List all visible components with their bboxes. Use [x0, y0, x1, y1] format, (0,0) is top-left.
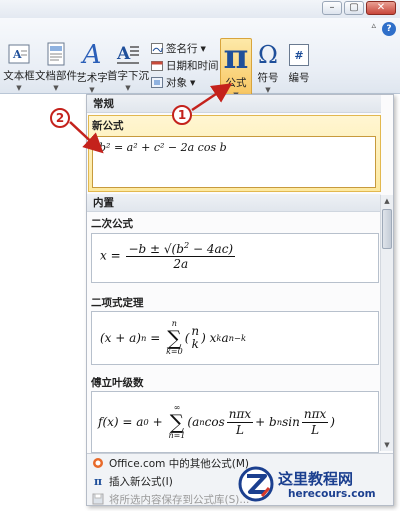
- watermark-url: herecours.com: [288, 488, 376, 500]
- pi-icon: π: [223, 37, 249, 77]
- fourier-label: 傅立叶级数: [91, 377, 144, 389]
- object-label: 对象: [166, 77, 187, 89]
- textbox-icon: A: [8, 42, 30, 66]
- dropcap-label: 首字下沉: [107, 70, 149, 82]
- wordart-label: 艺术字: [76, 72, 108, 84]
- scroll-up-icon[interactable]: ▲: [381, 195, 393, 207]
- quick-parts-icon: [46, 42, 66, 66]
- help-button[interactable]: ?: [382, 22, 396, 36]
- chevron-down-icon: ▼: [53, 84, 59, 92]
- ribbon: ▵ ? A 文本框 ▼ 文档部件 ▼ A 艺术字 ▼ A 首字下沉 ▼ 签名行 …: [0, 18, 400, 99]
- watermark-logo: [238, 466, 274, 502]
- binomial-preview: (x + a) n = n ∑ k=0 (n k) x k a n−k: [91, 311, 379, 365]
- more-equations-label: Office.com 中的其他公式(M): [109, 457, 250, 470]
- wordart-icon: A: [82, 40, 102, 70]
- object-button[interactable]: 对象 ▼: [150, 74, 220, 91]
- save-icon: [87, 493, 109, 505]
- number-label: 编号: [288, 72, 310, 84]
- section-header-normal: 常规: [87, 95, 381, 113]
- text-small-buttons: 签名行 ▼ 日期和时间 对象 ▼: [150, 40, 220, 91]
- watermark-title: 这里教程网: [278, 470, 354, 488]
- ribbon-collapse-icon[interactable]: ▵: [371, 21, 376, 31]
- calendar-icon: [150, 60, 163, 71]
- dropcap-icon: A: [116, 42, 140, 66]
- annotation-badge-1: 1: [172, 105, 192, 125]
- chevron-down-icon: ▼: [16, 84, 22, 92]
- number-icon: #: [289, 42, 309, 68]
- symbol-label: 符号: [257, 72, 279, 84]
- symbol-button[interactable]: Ω 符号 ▼: [254, 41, 282, 94]
- binomial-label: 二项式定理: [91, 297, 144, 309]
- scroll-thumb[interactable]: [382, 209, 392, 249]
- chevron-down-icon: ▼: [265, 86, 271, 94]
- new-equation-preview: b² = a² + c² − 2a cos b: [92, 136, 376, 188]
- fourier-preview: f(x) = a0 + ∞ ∑ n=1 (a n cos nπx L + bn sin nπ…: [91, 391, 379, 453]
- maximize-icon: ▢: [349, 2, 359, 13]
- watermark: 这里教程网 herecours.com: [236, 462, 400, 508]
- title-bar: – ▢ ✕: [0, 0, 400, 18]
- new-equation-label: 新公式: [92, 120, 124, 132]
- textbox-label: 文本框: [3, 70, 35, 82]
- number-button[interactable]: # 编号: [285, 42, 313, 92]
- maximize-button[interactable]: ▢: [344, 1, 364, 15]
- chevron-down-icon: ▼: [200, 44, 206, 53]
- quick-parts-button[interactable]: 文档部件 ▼: [35, 42, 77, 92]
- gallery-scrollbar[interactable]: ▲ ▼: [380, 195, 393, 451]
- pi-icon: π: [93, 474, 103, 488]
- quadratic-preview: x = −b ± √(b2 − 4ac) 2a: [91, 233, 379, 283]
- chevron-down-icon: ▼: [125, 84, 131, 92]
- save-to-gallery-label: 将所选内容保存到公式库(S)...: [109, 493, 250, 506]
- svg-text:A: A: [116, 44, 131, 64]
- quadratic-label: 二次公式: [91, 218, 133, 230]
- equation-button[interactable]: π 公式 ▼: [220, 37, 252, 99]
- minimize-button[interactable]: –: [322, 1, 342, 15]
- signature-label: 签名行: [166, 43, 198, 55]
- svg-text:A: A: [12, 48, 22, 61]
- quick-parts-label: 文档部件: [35, 70, 77, 82]
- dropcap-button[interactable]: A 首字下沉 ▼: [107, 42, 149, 92]
- signature-icon: [150, 43, 163, 54]
- help-icon: ?: [386, 24, 392, 34]
- equation-label: 公式: [225, 77, 247, 89]
- textbox-button[interactable]: A 文本框 ▼: [2, 42, 36, 92]
- minimize-icon: –: [329, 2, 335, 13]
- wordart-button[interactable]: A 艺术字 ▼: [76, 40, 108, 94]
- datetime-button[interactable]: 日期和时间: [150, 57, 220, 74]
- section-header-builtin: 内置: [87, 194, 381, 212]
- chevron-down-icon: ▼: [89, 86, 95, 94]
- close-button[interactable]: ✕: [366, 1, 396, 15]
- annotation-badge-2: 2: [50, 108, 70, 128]
- insert-new-equation-label: 插入新公式(I): [109, 475, 173, 488]
- close-icon: ✕: [376, 2, 386, 13]
- scroll-down-icon[interactable]: ▼: [381, 439, 393, 451]
- chevron-down-icon: ▼: [190, 78, 196, 87]
- gallery-item-new-equation[interactable]: 新公式 b² = a² + c² − 2a cos b: [88, 115, 381, 192]
- datetime-label: 日期和时间: [166, 60, 219, 72]
- equation-gallery: 常规 新公式 b² = a² + c² − 2a cos b 内置 二次公式 x…: [86, 94, 394, 506]
- office-icon: [87, 457, 109, 469]
- signature-line-button[interactable]: 签名行 ▼: [150, 40, 220, 57]
- object-icon: [150, 77, 163, 88]
- omega-icon: Ω: [258, 41, 278, 69]
